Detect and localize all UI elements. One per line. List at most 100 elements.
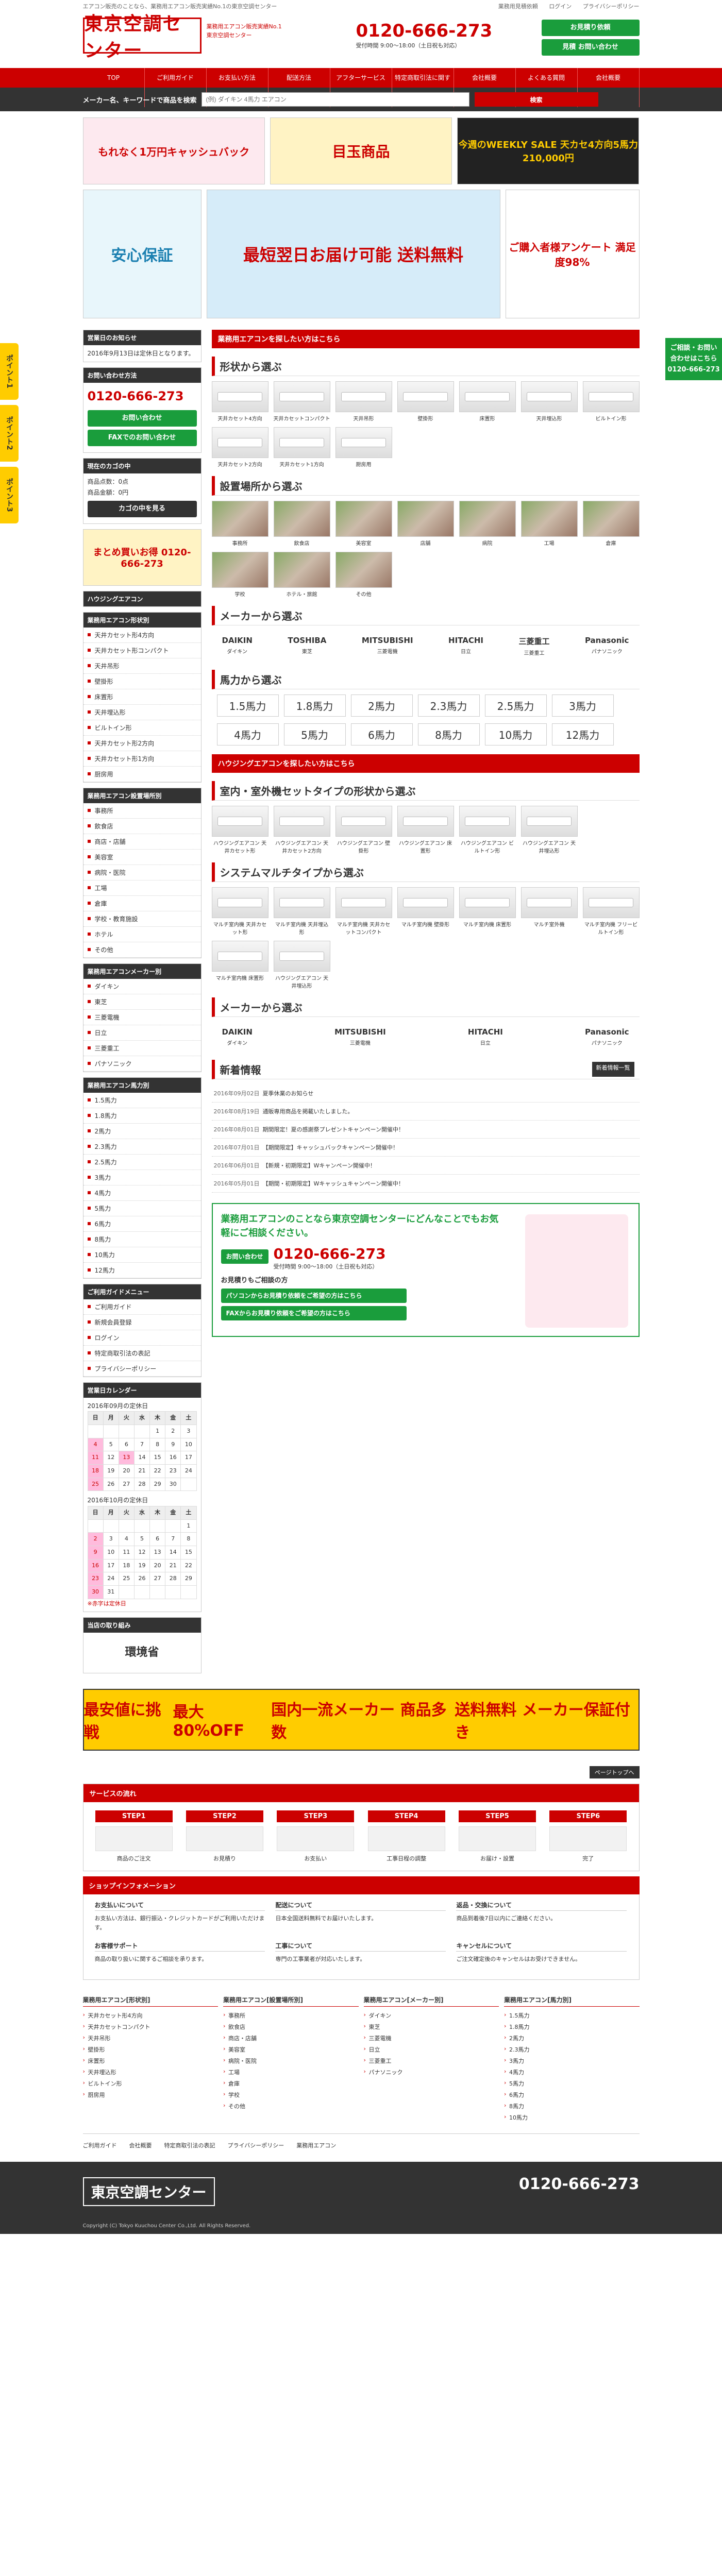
sidebar-list-item[interactable]: 厨房用 (83, 767, 201, 782)
news-row[interactable]: 2016年08月19日 通販専用商品を掲載いたしました。 (211, 1103, 640, 1121)
pagetop-button[interactable]: ページトップへ (589, 1766, 640, 1778)
shape-item[interactable]: 天井埋込形 (520, 381, 578, 422)
footer-link[interactable]: 10馬力 (504, 2112, 640, 2123)
shape-item[interactable]: 厨房用 (335, 427, 392, 468)
place-item[interactable]: 学校 (211, 552, 268, 598)
footer-link[interactable]: 2.3馬力 (504, 2044, 640, 2055)
footer-link[interactable]: ダイキン (364, 2010, 499, 2021)
sidebar-list-item[interactable]: 三菱重工 (83, 1041, 201, 1056)
weekly-sale-banner[interactable]: 今週のWEEKLY SALE 天カセ4方向5馬力 210,000円 (457, 117, 640, 184)
footer-link[interactable]: 4馬力 (504, 2066, 640, 2078)
sidebar-list-item[interactable]: プライバシーポリシー (83, 1361, 201, 1377)
footer-link[interactable]: 1.8馬力 (504, 2021, 640, 2032)
footer-link[interactable]: 三菱重工 (364, 2055, 499, 2066)
housing-shape-item[interactable]: ハウジングエアコン 床置形 (397, 806, 454, 854)
footer-link[interactable]: ビルトイン形 (83, 2078, 219, 2089)
side-contact-float[interactable]: ご相談・お問い合わせはこちら 0120-666-273 (665, 338, 722, 381)
place-item[interactable]: 病院 (459, 501, 516, 547)
maker-item[interactable]: HITACHI 日立 (468, 1027, 503, 1046)
footer-link[interactable]: 天井カセットコンパクト (83, 2021, 219, 2032)
place-item[interactable]: 工場 (520, 501, 578, 547)
multi-item[interactable]: マルチ室内機 天井埋込形 (273, 887, 330, 936)
maker-item[interactable]: 三菱重工 三菱重工 (518, 636, 549, 656)
sidebar-list-item[interactable]: その他 (83, 942, 201, 958)
sidebar-list-item[interactable]: 三菱電機 (83, 1010, 201, 1025)
footer-link[interactable]: 8馬力 (504, 2100, 640, 2112)
footer-link[interactable]: 飲食店 (223, 2021, 359, 2032)
place-item[interactable]: ホテル・旅館 (273, 552, 330, 598)
pc-estimate-button[interactable]: パソコンからお見積り依頼をご希望の方はこちら (221, 1289, 407, 1303)
tel-number[interactable]: 0120-666-273 (356, 21, 516, 41)
footer-link[interactable]: 倉庫 (223, 2078, 359, 2089)
footer-link[interactable]: 日立 (364, 2044, 499, 2055)
news-title[interactable]: 【新規・初期限定】Wキャンペーン開催中！ (263, 1162, 376, 1169)
footer-link[interactable]: 学校 (223, 2089, 359, 2100)
place-item[interactable]: 倉庫 (582, 501, 640, 547)
hp-item[interactable]: 5馬力 (283, 723, 346, 747)
hp-item[interactable]: 2馬力 (350, 694, 413, 718)
sidebar-list-item[interactable]: 2.5馬力 (83, 1155, 201, 1170)
footer-bottom-link[interactable]: 特定商取引法の表記 (164, 2141, 215, 2149)
place-item[interactable]: 飲食店 (273, 501, 330, 547)
point-tab-1[interactable]: ポイント1 (0, 343, 19, 400)
maker-item[interactable]: MITSUBISHI 三菱電機 (334, 1027, 386, 1046)
news-title[interactable]: 期間限定！夏の感謝祭プレゼントキャンペーン開催中！ (263, 1126, 404, 1133)
news-row[interactable]: 2016年08月01日 期間限定！夏の感謝祭プレゼントキャンペーン開催中！ (211, 1121, 640, 1139)
hp-item[interactable]: 2.5馬力 (484, 694, 547, 718)
sidebar-list-item[interactable]: 1.5馬力 (83, 1093, 201, 1108)
place-item[interactable]: その他 (335, 552, 392, 598)
top-link-privacy[interactable]: プライバシーポリシー (583, 3, 640, 10)
footer-link[interactable]: その他 (223, 2100, 359, 2112)
shape-item[interactable]: 天井カセット1方向 (273, 427, 330, 468)
footer-link[interactable]: 東芝 (364, 2021, 499, 2032)
footer-bottom-link[interactable]: 業務用エアコン (296, 2141, 336, 2149)
footer-link[interactable]: 壁掛形 (83, 2044, 219, 2055)
point-tab-2[interactable]: ポイント2 (0, 405, 19, 462)
multi-item[interactable]: マルチ室内機 壁掛形 (397, 887, 454, 936)
site-logo[interactable]: 東京空調センター (82, 13, 202, 61)
guarantee-banner[interactable]: 安心保証 (82, 190, 202, 318)
place-item[interactable]: 店舗 (397, 501, 454, 547)
cashback-banner[interactable]: もれなく1万円キャッシュバック (82, 117, 265, 184)
footer-link[interactable]: 美容室 (223, 2044, 359, 2055)
featured-banner[interactable]: 目玉商品 (270, 117, 452, 184)
news-row[interactable]: 2016年07月01日 【期間限定】キャッシュバックキャンペーン開催中！ (211, 1139, 640, 1157)
footer-link[interactable]: 三菱電機 (364, 2032, 499, 2044)
sidebar-list-item[interactable]: ダイキン (83, 979, 201, 994)
sidebar-list-item[interactable]: 天井吊形 (83, 658, 201, 674)
footer-logo[interactable]: 東京空調センター (82, 2177, 215, 2206)
news-title[interactable]: 【期間・初期限定】Wキャッシュキャンペーン開催中！ (263, 1180, 404, 1187)
news-title[interactable]: 【期間限定】キャッシュバックキャンペーン開催中！ (263, 1144, 398, 1151)
shape-item[interactable]: 天井吊形 (335, 381, 392, 422)
sidebar-tel[interactable]: 0120-666-273 (88, 386, 197, 407)
sidebar-list-item[interactable]: 3馬力 (83, 1170, 201, 1185)
maker-item[interactable]: Panasonic パナソニック (585, 1027, 629, 1046)
sidebar-list-item[interactable]: 東芝 (83, 994, 201, 1010)
bulk-buy-banner[interactable]: まとめ買いお得 0120-666-273 (82, 529, 202, 586)
sidebar-list-item[interactable]: 2馬力 (83, 1124, 201, 1139)
sidebar-list-item[interactable]: 倉庫 (83, 896, 201, 911)
news-row[interactable]: 2016年05月01日 【期間・初期限定】Wキャッシュキャンペーン開催中！ (211, 1175, 640, 1193)
footer-bottom-link[interactable]: 会社概要 (129, 2141, 152, 2149)
sidebar-list-item[interactable]: 天井カセット形4方向 (83, 628, 201, 643)
sidebar-list-item[interactable]: 特定商取引法の表記 (83, 1346, 201, 1361)
shape-item[interactable]: 天井カセット2方向 (211, 427, 268, 468)
sidebar-list-item[interactable]: 天井カセット形コンパクト (83, 643, 201, 658)
multi-item[interactable]: マルチ室内機 床置形 (211, 941, 268, 989)
sidebar-fax-button[interactable]: FAXでのお問い合わせ (87, 430, 197, 447)
place-item[interactable]: 美容室 (335, 501, 392, 547)
multi-item[interactable]: マルチ室外機 (520, 887, 578, 936)
footer-link[interactable]: 商店・店舗 (223, 2032, 359, 2044)
footer-link[interactable]: 厨房用 (83, 2089, 219, 2100)
hp-item[interactable]: 1.8馬力 (283, 694, 346, 718)
housing-shape-item[interactable]: ハウジングエアコン 天井カセット2方向 (273, 806, 330, 854)
contact-tel[interactable]: 0120-666-273 (274, 1245, 386, 1262)
top-link-login[interactable]: ログイン (549, 3, 572, 10)
shape-item[interactable]: 床置形 (459, 381, 516, 422)
hp-item[interactable]: 12馬力 (551, 723, 614, 747)
footer-link[interactable]: 天井埋込形 (83, 2066, 219, 2078)
footer-link[interactable]: 病院・医院 (223, 2055, 359, 2066)
sidebar-list-item[interactable]: 日立 (83, 1025, 201, 1041)
sidebar-list-item[interactable]: 12馬力 (83, 1263, 201, 1278)
footer-link[interactable]: 3馬力 (504, 2055, 640, 2066)
